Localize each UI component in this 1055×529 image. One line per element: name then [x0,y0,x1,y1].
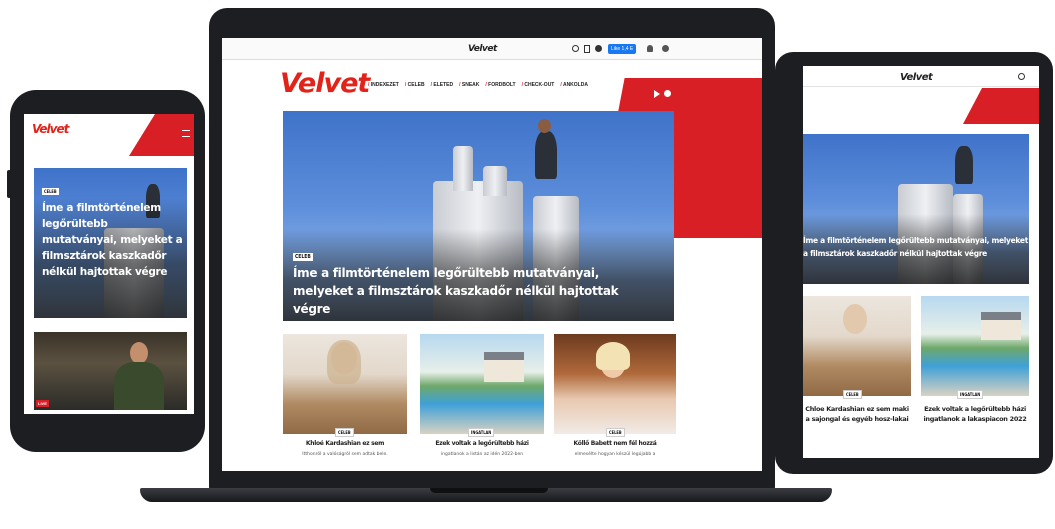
tablet-hero-person [955,146,973,184]
card-subtitle[interactable]: Itthonról a valóságról sem adtak bele. [283,452,407,457]
phone-second-image[interactable]: LIVE [34,332,187,410]
tablet-card-title[interactable]: Ezek voltak a legőrültebb házi ingatlano… [921,404,1029,424]
play-icon[interactable] [654,90,660,98]
card-image-hair [327,340,361,384]
phone-hero-headline[interactable]: Íme a filmtörténelem legőrültebb mutatvá… [42,200,184,280]
site-logo[interactable]: Velvet [280,68,370,99]
phone-hero-image[interactable]: CELEB Íme a filmtörténelem legőrültebb m… [34,168,187,318]
tablet-article-card[interactable]: CELEB Chloe Kardashian ez sem maki a saj… [803,296,911,456]
card-image [420,334,544,434]
hero-tower-top [453,146,473,191]
tablet-logo[interactable]: Velvet [900,72,933,83]
card-subtitle[interactable]: elmesélte hogyan készül legújabb a [554,452,676,457]
hero-image[interactable]: CELEB Íme a filmtörténelem legőrültebb m… [283,111,674,321]
card-tag[interactable]: INGATLAN [468,428,495,437]
bell-icon[interactable] [647,45,653,52]
tablet-screen: Velvet Íme a filmtörténelem legőrültebb … [803,66,1039,458]
card-image-house [484,352,524,382]
bookmark-icon[interactable] [584,45,590,53]
phone-logo[interactable]: Velvet [32,122,69,136]
nav-item[interactable]: / ELETED [431,82,454,88]
tablet-hero-headline[interactable]: Íme a filmtörténelem legőrültebb mutatvá… [803,234,1029,260]
tablet-card-head [843,304,867,334]
tablet-header-red [963,88,1039,124]
tablet-card-image [803,296,911,396]
follow-button[interactable]: Like 1,4 E [608,44,637,54]
nav-item[interactable]: / FORDBOLT [485,82,515,88]
card-subtitle[interactable]: ingatlanok a listán az idén 2022-ben [420,452,544,457]
card-title[interactable]: Köllő Babett nem fél hozzá [554,440,676,447]
phone-second-head [130,342,148,364]
tablet-card-image [921,296,1029,396]
hamburger-icon[interactable] [182,130,190,137]
tablet-card-tag[interactable]: CELEB [843,390,862,399]
hero-person [535,131,557,179]
hero-tower-top [483,166,507,196]
nav-item[interactable]: / INDEXEZET [368,82,399,88]
article-card[interactable]: INGATLAN Ezek voltak a legőrültebb házi … [420,334,544,471]
user-icon[interactable] [664,90,671,97]
card-title[interactable]: Ezek voltak a legőrültebb házi [420,440,544,447]
main-nav: / INDEXEZET / CELEB / ELETED / SNEAK / F… [368,82,588,88]
phone-second-body [114,362,164,410]
menu-icon[interactable] [595,45,602,52]
tablet-hero-image[interactable]: Íme a filmtörténelem legőrültebb mutatvá… [803,134,1029,284]
card-image-hair [596,342,630,370]
nav-item[interactable]: / ANKOLDA [560,82,588,88]
laptop-topbar: Velvet Like 1,4 E [222,38,762,60]
tablet-divider [803,86,1039,87]
tablet-device: Velvet Íme a filmtörténelem legőrültebb … [775,52,1053,474]
article-card[interactable]: CELEB Köllő Babett nem fél hozzá elmesél… [554,334,676,471]
card-tag[interactable]: CELEB [606,428,625,437]
card-tag[interactable]: CELEB [335,428,354,437]
phone-screen: Velvet CELEB Íme a filmtörténelem legőrü… [24,114,194,414]
card-image [554,334,676,434]
hero-tag[interactable]: CELEB [293,253,313,261]
user-icon[interactable] [662,45,669,52]
tablet-card-title[interactable]: Chloe Kardashian ez sem maki a sajongal … [803,404,911,424]
card-title[interactable]: Khloé Kardashian ez sem [283,440,407,447]
tablet-card-tag[interactable]: INGATLAN [957,390,984,399]
search-icon[interactable] [1018,73,1025,80]
phone-device: Velvet CELEB Íme a filmtörténelem legőrü… [7,90,205,452]
laptop-screen: Velvet Like 1,4 E Velvet / INDEXEZET / C… [222,38,762,471]
article-card[interactable]: CELEB Khloé Kardashian ez sem Itthonról … [283,334,407,471]
topbar-logo[interactable]: Velvet [468,44,497,54]
nav-item[interactable]: / CELEB [405,82,425,88]
phone-hero-tag[interactable]: CELEB [42,188,59,195]
phone-side-button [7,170,11,198]
tablet-article-card[interactable]: INGATLAN Ezek voltak a legőrültebb házi … [921,296,1029,456]
nav-item[interactable]: / CHECK-OUT [522,82,555,88]
hero-headline[interactable]: Íme a filmtörténelem legőrültebb mutatvá… [293,264,643,318]
laptop-base-notch [430,488,548,493]
tablet-card-house [981,312,1021,340]
phone-live-badge[interactable]: LIVE [36,400,49,407]
card-image [283,334,407,434]
hero-person-head [538,119,551,133]
search-icon[interactable] [572,45,579,52]
nav-item[interactable]: / SNEAK [459,82,479,88]
